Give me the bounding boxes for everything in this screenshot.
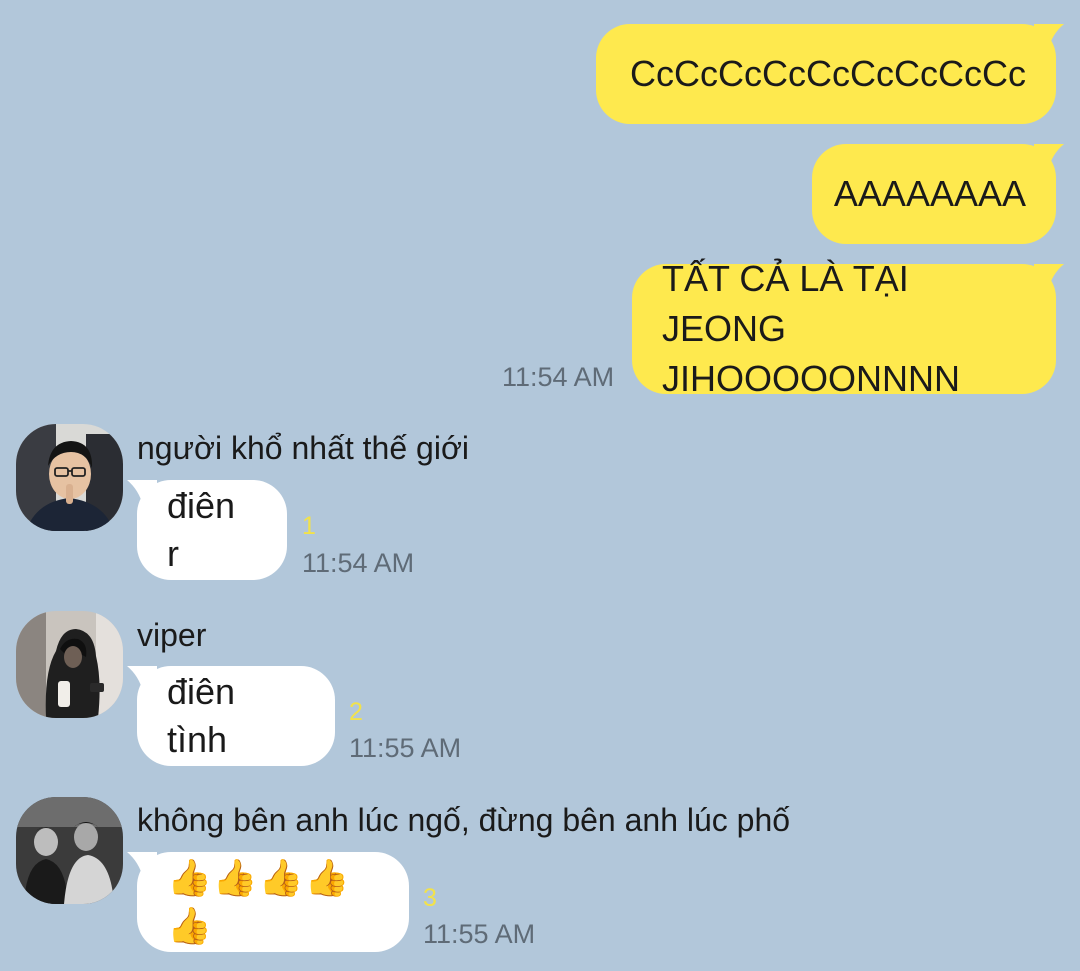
avatar-hooded-person-photo-icon — [16, 611, 123, 718]
message-text: 👍👍👍👍👍 — [167, 857, 351, 946]
message-text: điên r — [167, 485, 236, 574]
outgoing-message[interactable]: AAAAAAAA — [812, 144, 1064, 244]
sender-avatar[interactable] — [16, 611, 123, 718]
message-text: AAAAAAAA — [833, 173, 1026, 214]
bubble-tail-icon — [127, 666, 157, 692]
sender-name: không bên anh lúc ngố, đừng bên anh lúc … — [137, 802, 791, 838]
sender-name: viper — [137, 617, 207, 653]
sender-avatar[interactable] — [16, 797, 123, 904]
bubble-tail-icon — [1034, 24, 1064, 50]
message-text: CcCcCcCcCcCcCcCcCc — [630, 53, 1026, 94]
outgoing-message[interactable]: TẤT CẢ LÀ TẠI JEONG JIHOOOOONNNN — [632, 258, 1064, 399]
incoming-message[interactable]: 👍👍👍👍👍 — [127, 852, 409, 952]
bubble-tail-icon — [127, 480, 157, 506]
message-timestamp: 11:55 AM — [349, 733, 462, 763]
incoming-message[interactable]: điên tình — [127, 666, 335, 766]
message-timestamp: 11:55 AM — [423, 919, 536, 949]
sender-avatar[interactable] — [16, 424, 123, 531]
bubble-tail-icon — [1034, 264, 1064, 290]
message-timestamp: 11:54 AM — [302, 548, 415, 578]
message-text-line: TẤT CẢ LÀ TẠI JEONG — [662, 258, 909, 349]
message-text-line: JIHOOOOONNNN — [662, 358, 961, 399]
sender-name: người khổ nhất thế giới — [137, 430, 470, 466]
avatar-glasses-boy-photo-icon — [16, 424, 123, 531]
outgoing-message[interactable]: CcCcCcCcCcCcCcCcCc — [596, 24, 1064, 124]
unread-count: 1 — [302, 512, 316, 540]
incoming-message[interactable]: điên r — [127, 480, 287, 580]
unread-count: 3 — [423, 884, 437, 912]
message-text: điên tình — [167, 671, 236, 760]
avatar-group-photo-icon — [16, 797, 123, 904]
message-timestamp: 11:54 AM — [502, 362, 615, 392]
unread-count: 2 — [349, 698, 363, 726]
bubble-tail-icon — [127, 852, 157, 878]
bubble-tail-icon — [1034, 144, 1064, 170]
